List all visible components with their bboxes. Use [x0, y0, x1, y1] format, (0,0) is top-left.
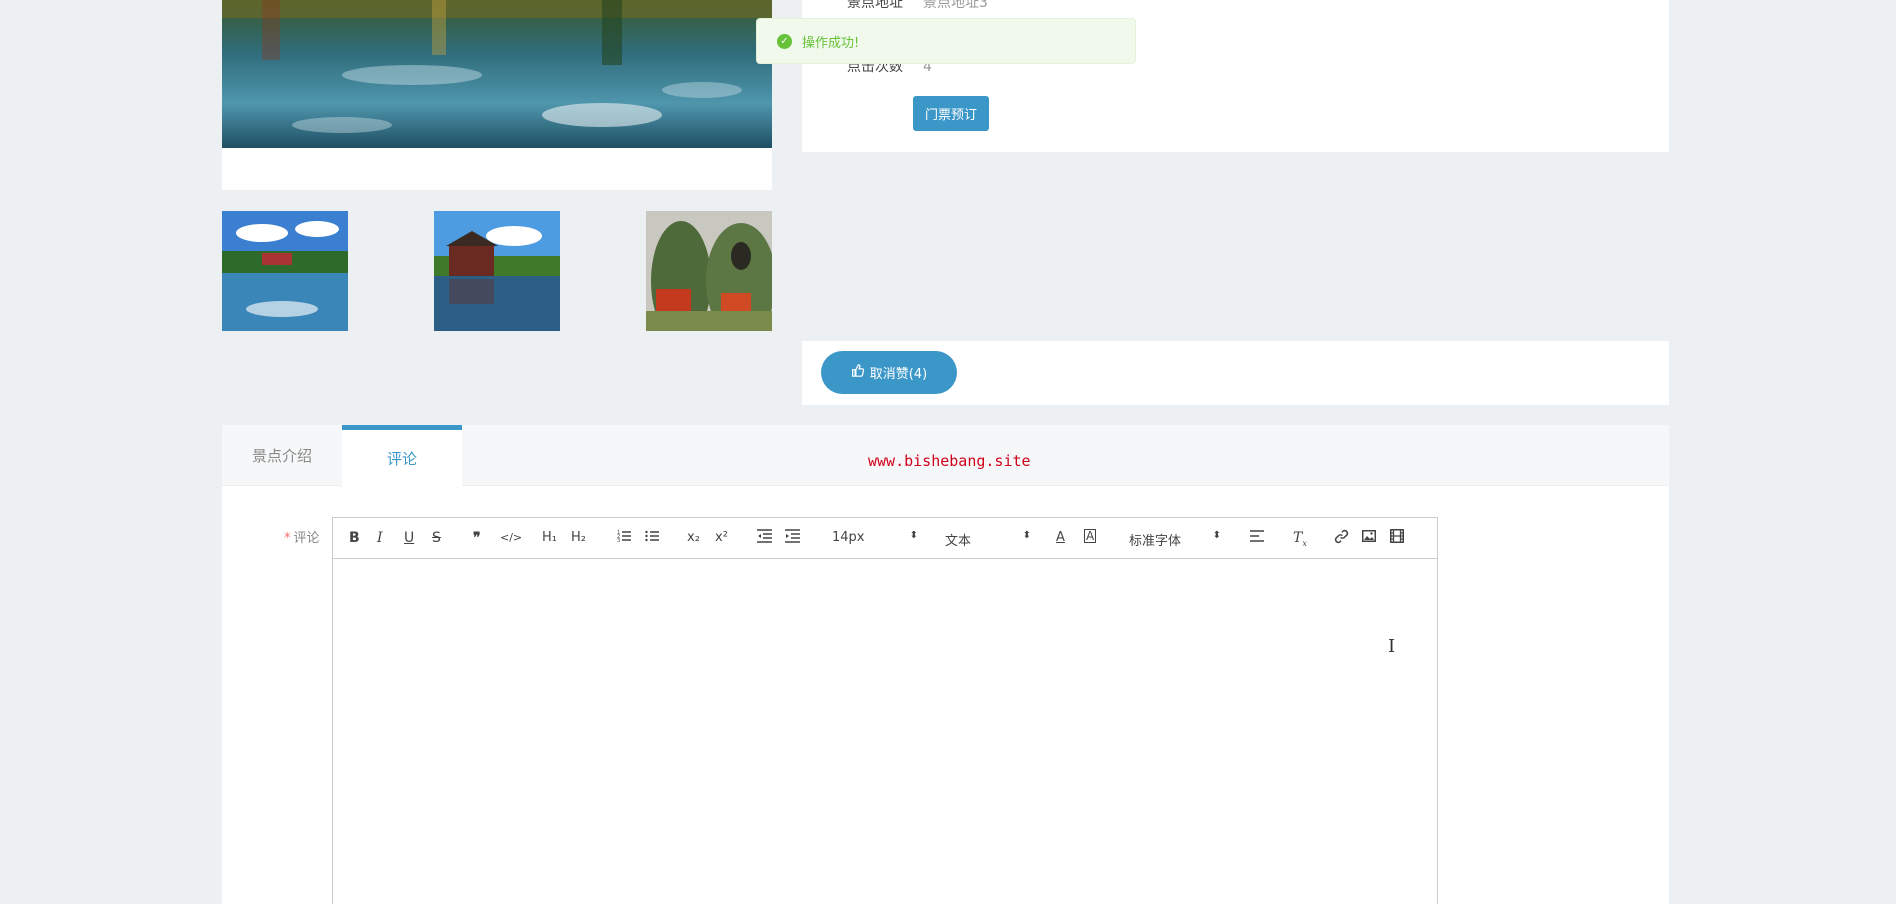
main-photo-frame [222, 0, 772, 190]
thumbnail-2[interactable] [434, 211, 560, 331]
font-family-select[interactable]: 标准字体 ⬍ [1129, 530, 1221, 549]
italic-icon[interactable]: I [377, 529, 383, 547]
comment-field-label: * 评论 [284, 527, 320, 546]
detail-panel: 景点介绍 评论 www.bishebang.site * 评论 B I U S ❞… [222, 425, 1669, 904]
select-arrows-icon: ⬍ [1022, 530, 1031, 541]
main-photo [222, 0, 772, 148]
select-arrows-icon: ⬍ [1212, 530, 1221, 541]
tab-introduction[interactable]: 景点介绍 [222, 425, 342, 486]
comment-label-text: 评论 [293, 531, 320, 546]
unlike-button-label: 取消赞(4) [869, 367, 928, 382]
font-size-value: 14px [832, 530, 865, 545]
address-value: 景点地址3 [923, 0, 988, 11]
book-ticket-button[interactable]: 门票预订 [913, 96, 989, 131]
header-1-icon[interactable]: H₁ [542, 529, 557, 547]
header-2-icon[interactable]: H₂ [571, 529, 586, 547]
indent-icon[interactable] [785, 529, 800, 543]
background-color-icon[interactable]: A [1084, 529, 1097, 543]
blockquote-icon[interactable]: ❞ [473, 529, 481, 547]
clear-format-icon[interactable]: Tx [1293, 529, 1307, 553]
strikethrough-icon[interactable]: S [432, 529, 441, 547]
address-row: 景点地址 景点地址3 [847, 0, 988, 12]
superscript-icon[interactable]: x² [715, 529, 728, 547]
editor-toolbar: B I U S ❞ </> H₁ H₂ 123 x₂ x² 14px ⬍ 文本 … [333, 518, 1437, 559]
required-mark: * [284, 531, 291, 546]
video-icon[interactable] [1390, 529, 1404, 543]
underline-icon[interactable]: U [404, 529, 414, 547]
rich-text-editor: B I U S ❞ </> H₁ H₂ 123 x₂ x² 14px ⬍ 文本 … [332, 517, 1438, 904]
comment-editor-body[interactable] [333, 559, 1437, 904]
svg-text:3: 3 [617, 538, 620, 543]
unlike-button[interactable]: 取消赞(4) [821, 351, 957, 394]
link-icon[interactable] [1334, 529, 1349, 544]
outdent-icon[interactable] [757, 529, 772, 543]
subscript-icon[interactable]: x₂ [687, 529, 700, 547]
toast-message: 操作成功! [802, 35, 860, 51]
thumbs-up-icon [851, 364, 864, 381]
success-toast: ✓ 操作成功! [756, 18, 1136, 64]
text-cursor-icon: I [1388, 636, 1396, 657]
bullet-list-icon[interactable] [645, 529, 659, 543]
code-block-icon[interactable]: </> [500, 529, 522, 547]
tab-comments[interactable]: 评论 [342, 425, 462, 486]
font-color-icon[interactable]: A [1056, 529, 1065, 547]
font-family-value: 标准字体 [1129, 534, 1182, 549]
address-label: 景点地址 [847, 0, 903, 11]
thumbnail-1[interactable] [222, 211, 348, 331]
watermark: www.bishebang.site [868, 452, 1031, 470]
font-size-select[interactable]: 14px ⬍ [832, 530, 918, 545]
check-circle-icon: ✓ [777, 33, 792, 49]
ordered-list-icon[interactable]: 123 [617, 529, 631, 543]
align-icon[interactable] [1250, 529, 1264, 543]
text-style-value: 文本 [945, 534, 972, 549]
text-style-select[interactable]: 文本 ⬍ [945, 530, 1031, 549]
like-card: 取消赞(4) [802, 341, 1669, 405]
select-arrows-icon: ⬍ [909, 530, 918, 541]
thumbnail-3[interactable] [646, 211, 772, 331]
bold-icon[interactable]: B [349, 529, 360, 547]
image-icon[interactable] [1362, 529, 1376, 543]
tab-bar: 景点介绍 评论 www.bishebang.site [222, 425, 1669, 486]
